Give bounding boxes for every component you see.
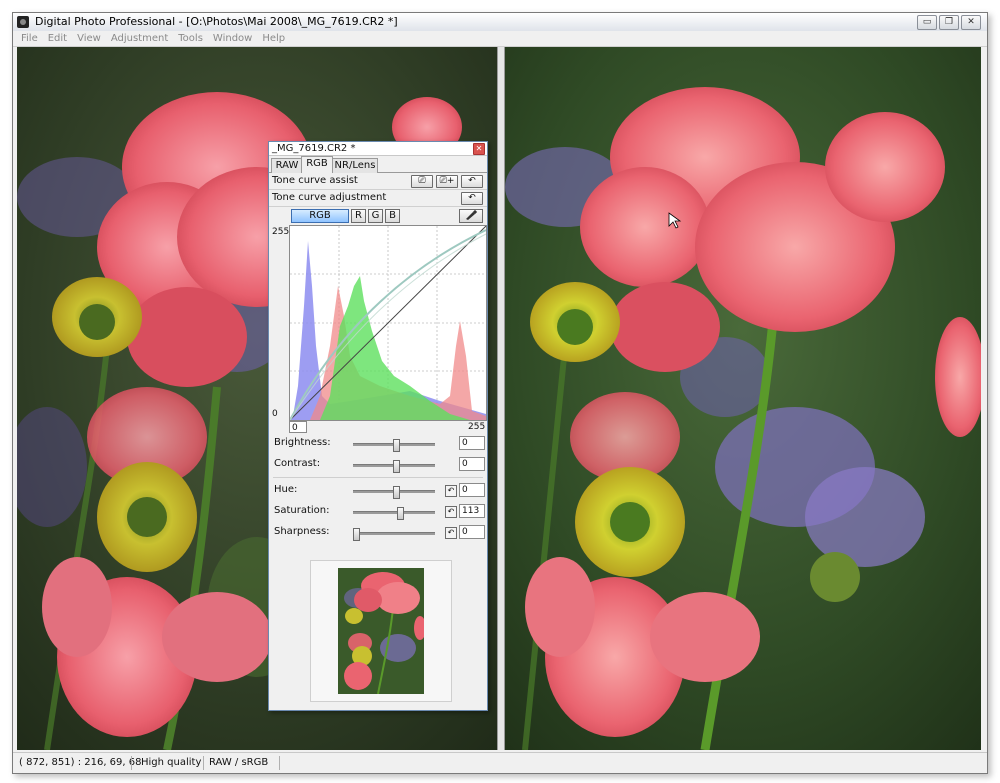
status-color-space: RAW / sRGB [209,757,269,768]
brightness-slider-row: Brightness: 0 [269,433,487,454]
tone-curve-adjustment-row: Tone curve adjustment ↶ [269,190,487,207]
status-separator [203,756,204,770]
saturation-value[interactable]: 113 [459,504,485,518]
auto-curve-button[interactable]: ⎚ [411,175,433,188]
palette-title: _MG_7619.CR2 * [272,143,356,154]
close-button[interactable]: ✕ [961,15,981,30]
brightness-thumb[interactable] [393,439,400,452]
sharpness-label: Sharpness: [274,526,330,537]
contrast-slider-row: Contrast: 0 [269,454,487,475]
hue-label: Hue: [274,484,298,495]
window-title: Digital Photo Professional - [O:\Photos\… [35,15,398,28]
menu-view[interactable]: View [72,31,106,46]
contrast-thumb[interactable] [393,460,400,473]
channel-selector: RGB R G B [269,207,487,225]
status-bar: ( 872, 851) : 216, 69, 68 High quality R… [13,752,987,773]
navigator-thumbnail [338,568,424,694]
saturation-reset-button[interactable]: ↶ [445,506,457,518]
menu-tools[interactable]: Tools [173,31,208,46]
tab-raw[interactable]: RAW [271,158,303,173]
auto-curve-plus-button[interactable]: ⎚+ [436,175,458,188]
channel-g-button[interactable]: G [368,209,383,223]
hue-slider[interactable] [353,486,435,499]
brightness-label: Brightness: [274,437,331,448]
status-separator [131,756,132,770]
saturation-label: Saturation: [274,505,330,516]
curve-reset-button[interactable]: ↶ [461,192,483,205]
brightness-slider[interactable] [353,439,435,452]
app-window: Digital Photo Professional - [O:\Photos\… [12,12,988,774]
saturation-slider[interactable] [353,507,435,520]
curve-x-input[interactable]: 0 [289,421,307,433]
sharpness-slider[interactable] [353,528,435,541]
tab-nr-lens[interactable]: NR/Lens [332,158,378,173]
palette-close-button[interactable]: ✕ [473,143,485,155]
contrast-slider[interactable] [353,460,435,473]
palette-title-bar[interactable]: _MG_7619.CR2 * ✕ [269,142,487,156]
sharpness-slider-row: Sharpness: ↶ 0 [269,522,487,543]
hue-value[interactable]: 0 [459,483,485,497]
photo-after [505,47,981,750]
status-coords: ( 872, 851) : 216, 69, 68 [19,757,142,768]
channel-b-button[interactable]: B [385,209,400,223]
restore-button[interactable]: ❐ [939,15,959,30]
app-icon [17,16,29,28]
sharpness-value[interactable]: 0 [459,525,485,539]
tool-palette: _MG_7619.CR2 * ✕ RAW RGB NR/Lens Tone cu… [268,141,488,711]
curve-y-max-label: 255 [272,227,290,237]
contrast-value[interactable]: 0 [459,457,485,471]
menu-help[interactable]: Help [257,31,290,46]
tone-curve-assist-label: Tone curve assist [272,175,358,186]
saturation-thumb[interactable] [397,507,404,520]
channel-r-button[interactable]: R [351,209,366,223]
split-divider[interactable] [497,47,505,750]
minimize-button[interactable]: ▭ [917,15,937,30]
navigator-preview[interactable] [310,560,452,702]
separator [273,477,483,478]
eyedropper-button[interactable] [459,209,483,223]
menu-window[interactable]: Window [208,31,257,46]
sharpness-reset-button[interactable]: ↶ [445,527,457,539]
image-viewer-after[interactable] [505,47,981,750]
tab-rgb[interactable]: RGB [301,156,333,173]
menu-edit[interactable]: Edit [43,31,72,46]
histogram-curve [289,225,487,421]
menu-bar: File Edit View Adjustment Tools Window Help [13,31,987,47]
tone-curve-panel: 255 0 0 255 [269,225,487,433]
hue-slider-row: Hue: ↶ 0 [269,480,487,501]
curve-y-min-label: 0 [272,409,278,419]
curve-x-max-label: 255 [468,422,486,432]
hue-reset-button[interactable]: ↶ [445,485,457,497]
tone-curve-assist-row: Tone curve assist ⎚ ⎚+ ↶ [269,173,487,190]
title-bar[interactable]: Digital Photo Professional - [O:\Photos\… [13,13,987,32]
tone-curve-adjustment-label: Tone curve adjustment [272,192,387,203]
sharpness-thumb[interactable] [353,528,360,541]
saturation-slider-row: Saturation: ↶ 113 [269,501,487,522]
eyedropper-icon [466,209,478,220]
contrast-label: Contrast: [274,458,321,469]
brightness-value[interactable]: 0 [459,436,485,450]
status-separator [279,756,280,770]
menu-file[interactable]: File [16,31,43,46]
curve-assist-reset-button[interactable]: ↶ [461,175,483,188]
status-quality: High quality [141,757,202,768]
palette-tabs: RAW RGB NR/Lens [269,156,487,173]
tone-curve-graph[interactable] [289,225,487,421]
channel-rgb-button[interactable]: RGB [291,209,349,223]
menu-adjustment[interactable]: Adjustment [106,31,173,46]
hue-thumb[interactable] [393,486,400,499]
